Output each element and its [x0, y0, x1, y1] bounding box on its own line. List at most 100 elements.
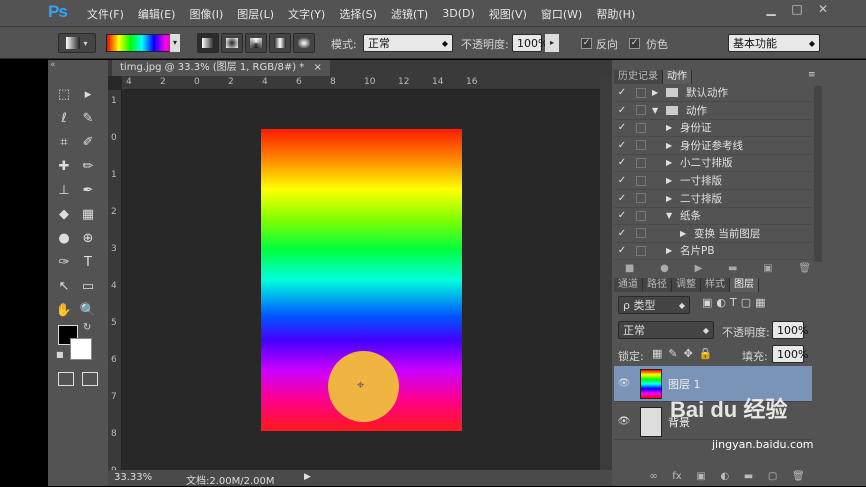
expand-arrow-icon[interactable]: ▶ — [652, 88, 666, 97]
tab-channels[interactable]: 通道 — [614, 278, 643, 292]
menu-item[interactable]: 窗口(W) — [534, 6, 589, 22]
gradient-dropdown-arrow[interactable]: ▾ — [170, 34, 180, 52]
tool-icon[interactable]: T — [78, 252, 98, 272]
expand-arrow-icon[interactable]: ▶ — [666, 176, 680, 185]
collapse-toolbox-icon[interactable]: « — [50, 60, 56, 70]
tool-icon[interactable]: ✚ — [54, 156, 74, 176]
dialog-toggle-box[interactable] — [636, 105, 646, 116]
expand-arrow-icon[interactable]: ▶ — [666, 246, 680, 255]
adjustment-icon[interactable]: ◐ — [720, 471, 729, 482]
mask-icon[interactable]: ▣ — [696, 471, 705, 482]
tab-history[interactable]: 历史记录 — [614, 70, 663, 84]
action-row[interactable]: ✓ ▶ 身份证 — [614, 119, 812, 138]
actions-scrollbar[interactable] — [814, 86, 822, 262]
tool-icon[interactable]: ✐ — [78, 132, 98, 152]
menu-item[interactable]: 编辑(E) — [131, 6, 183, 22]
menu-item[interactable]: 帮助(H) — [589, 6, 642, 22]
radial-gradient-button[interactable] — [221, 33, 243, 53]
new-layer-icon[interactable]: ▢ — [768, 471, 777, 482]
dialog-toggle-box[interactable] — [636, 193, 646, 204]
menu-item[interactable]: 3D(D) — [435, 7, 482, 20]
dither-checkbox[interactable]: ✓ — [629, 38, 640, 49]
action-row[interactable]: ✓ ▶ 名片PB — [614, 242, 812, 261]
action-row[interactable]: ✓ ▶ 默认动作 — [614, 84, 812, 102]
opacity-dropdown[interactable]: ▸ — [545, 34, 559, 52]
layer-opacity-input[interactable]: 100% — [772, 321, 808, 339]
tool-icon[interactable]: ⌗ — [54, 132, 74, 152]
action-toggle-check-icon[interactable]: ✓ — [614, 175, 630, 186]
expand-arrow-icon[interactable]: ▼ — [666, 211, 680, 220]
linear-gradient-button[interactable] — [197, 33, 219, 53]
tab-adjustments[interactable]: 调整 — [672, 278, 701, 292]
fx-icon[interactable]: fx — [672, 471, 681, 482]
action-row[interactable]: ✓ ▶ 小二寸排版 — [614, 154, 812, 173]
tool-icon[interactable]: ◆ — [54, 204, 74, 224]
menu-item[interactable]: 文件(F) — [80, 6, 131, 22]
blend-mode-select[interactable]: 正常 ◆ — [618, 321, 714, 339]
gradient-tool-preset[interactable]: ▾ — [58, 33, 96, 53]
new-set-icon[interactable]: ▬ — [728, 263, 737, 274]
menu-item[interactable]: 选择(S) — [332, 6, 384, 22]
visibility-eye-icon[interactable]: 👁 — [614, 416, 634, 427]
action-toggle-check-icon[interactable]: ✓ — [614, 245, 630, 256]
layer-filter-icons[interactable]: ▣◐T▢▦ — [702, 296, 770, 309]
lock-icons[interactable]: ▦✎✥🔒 — [652, 347, 719, 360]
action-toggle-check-icon[interactable]: ✓ — [614, 193, 630, 204]
screen-mode-icon[interactable] — [82, 372, 98, 386]
expand-arrow-icon[interactable]: ▼ — [652, 106, 666, 115]
expand-arrow-icon[interactable]: ▶ — [666, 158, 680, 167]
tab-layers[interactable]: 图层 — [730, 278, 759, 292]
record-icon[interactable]: ● — [660, 263, 669, 274]
expand-arrow-icon[interactable]: ▶ — [666, 141, 680, 150]
tool-icon[interactable]: ⊥ — [54, 180, 74, 200]
tool-icon[interactable]: ⊕ — [78, 228, 98, 248]
layer-name[interactable]: 图层 1 — [668, 376, 701, 392]
minimize-button[interactable]: ▁ — [758, 0, 784, 18]
tool-icon[interactable]: ✋ — [54, 300, 74, 320]
action-toggle-check-icon[interactable]: ✓ — [614, 105, 630, 116]
layer-filter-select[interactable]: ρ 类型 ◆ — [618, 296, 690, 314]
menu-item[interactable]: 滤镜(T) — [384, 6, 435, 22]
tool-icon[interactable]: 🔍 — [78, 300, 98, 320]
fill-input[interactable]: 100% — [772, 345, 808, 363]
dialog-toggle-box[interactable] — [636, 245, 646, 256]
tool-icon[interactable]: ● — [54, 228, 74, 248]
stop-icon[interactable]: ■ — [625, 263, 634, 274]
swap-colors-icon[interactable]: ↻ — [83, 322, 91, 333]
reverse-checkbox[interactable]: ✓ — [581, 38, 592, 49]
action-toggle-check-icon[interactable]: ✓ — [614, 157, 630, 168]
reflected-gradient-button[interactable] — [269, 33, 291, 53]
workspace-select[interactable]: 基本功能 ◆ — [728, 34, 820, 52]
tool-icon[interactable]: ✒ — [78, 180, 98, 200]
default-colors-icon[interactable]: ■ — [56, 350, 64, 359]
menu-item[interactable]: 图像(I) — [182, 6, 230, 22]
delete-layer-icon[interactable]: 🗑 — [792, 471, 805, 482]
link-icon[interactable]: ∞ — [649, 471, 657, 482]
opacity-input[interactable]: 100% — [512, 34, 548, 52]
action-row[interactable]: ✓ ▶ 二寸排版 — [614, 190, 812, 208]
action-row[interactable]: ✓ ▶ 变换 当前图层 — [614, 225, 812, 243]
action-row[interactable]: ✓ ▶ 身份证参考线 — [614, 137, 812, 155]
tool-icon[interactable]: ℓ — [54, 108, 74, 128]
mode-select[interactable]: 正常 ◆ — [363, 34, 453, 52]
vertical-scrollbar[interactable] — [600, 76, 612, 470]
tab-styles[interactable]: 样式 — [701, 278, 730, 292]
document-tab[interactable]: timg.jpg @ 33.3% (图层 1, RGB/8#) * × — [112, 60, 330, 76]
close-tab-icon[interactable]: × — [313, 62, 321, 73]
visibility-eye-icon[interactable]: 👁 — [614, 378, 634, 389]
panel-menu-icon[interactable]: ≡ — [808, 70, 816, 80]
tool-icon[interactable]: ⬚ — [54, 84, 74, 104]
zoom-level[interactable]: 33.33% — [114, 472, 152, 483]
tool-icon[interactable]: ✎ — [78, 108, 98, 128]
status-menu-arrow-icon[interactable]: ▶ — [304, 472, 311, 482]
action-row[interactable]: ✓ ▶ 一寸排版 — [614, 172, 812, 190]
delete-icon[interactable]: 🗑 — [798, 263, 811, 274]
tab-actions[interactable]: 动作 — [663, 70, 692, 84]
gradient-picker[interactable] — [106, 34, 178, 52]
dialog-toggle-box[interactable] — [636, 140, 646, 151]
dialog-toggle-box[interactable] — [636, 210, 646, 221]
tool-icon[interactable]: ✑ — [54, 252, 74, 272]
tab-paths[interactable]: 路径 — [643, 278, 672, 292]
dialog-toggle-box[interactable] — [636, 228, 646, 239]
quick-mask-icon[interactable] — [58, 372, 74, 386]
